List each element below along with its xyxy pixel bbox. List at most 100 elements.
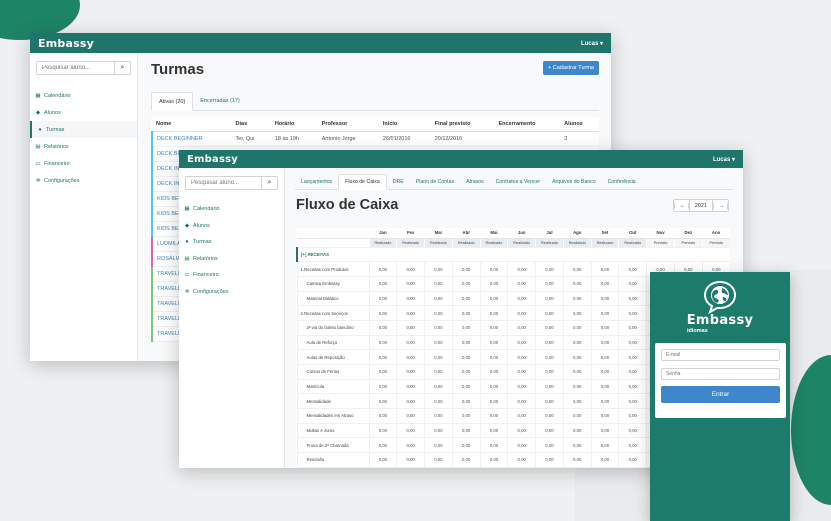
amount-cell: 0,00 [507,408,536,424]
status-header: Realizado [507,238,536,248]
tab-atrasos[interactable]: Atrasos [460,174,490,189]
tab-lancamentos[interactable]: Lançamentos [295,174,338,189]
login-logo-subtitle: idiomas [687,328,708,334]
search-input[interactable] [186,177,261,189]
section-toggle[interactable]: [+] RECEITAS [296,247,730,263]
amount-cell: 0,00 [507,364,536,380]
column-header[interactable]: Horário [270,117,318,132]
globe-chat-icon [703,280,737,314]
amount-cell: 0,00 [535,320,564,336]
sidebar-item-turmas[interactable]: ● Turmas [30,121,137,138]
amount-cell: 0,00 [451,349,481,365]
sidebar-item-alunos[interactable]: ◆ Alunos [179,218,284,235]
amount-cell: 0,00 [618,349,647,365]
amount-cell: 0,00 [396,423,425,439]
email-field[interactable] [661,349,780,361]
tab-conferencia[interactable]: Conferência [602,174,642,189]
amount-cell: 0,00 [479,276,508,292]
amount-cell: 0,00 [618,276,647,292]
previous-year-button[interactable]: ← [673,200,689,211]
amount-cell: 0,00 [590,437,619,454]
amount-cell: 0,00 [368,349,397,365]
search-button[interactable]: ⌕ [114,62,130,74]
sidebar-item-label: Relatórios [193,255,218,262]
sidebar-item-label: Configurações [44,177,80,184]
amount-cell: 0,00 [424,393,453,410]
sidebar-item-calendario[interactable]: ▦ Calendário [30,87,137,104]
amount-cell: 0,00 [535,349,564,365]
tab-arquivos-do-banco[interactable]: Arquivos do Banco [546,174,602,189]
amount-cell: 0,00 [424,291,453,307]
amount-cell: 0,00 [424,423,453,439]
tab-plano-de-contas[interactable]: Plano de Contas [410,174,460,189]
tab-dre[interactable]: DRE [387,174,410,189]
login-button[interactable]: Entrar [661,386,780,403]
classes-icon: ● [38,126,42,133]
brand-logo[interactable]: Embassy [38,37,94,50]
column-header[interactable]: Dias [231,117,271,132]
login-form: Entrar [655,343,786,418]
amount-cell: 0,00 [562,261,592,277]
sidebar-item-relatorios[interactable]: ▤ Relatórios [179,251,284,268]
tab-fluxo-de-caixa[interactable]: Fluxo de Caixa [338,174,387,190]
sidebar-item-relatorios[interactable]: ▤ Relatórios [30,138,137,155]
user-menu[interactable]: Lucas ▾ [581,40,603,47]
amount-cell: 0,00 [590,423,619,439]
amount-cell: 0,00 [562,320,592,336]
tab-contratos-a-vencer[interactable]: Contratos a Vencer [490,174,546,189]
sidebar-item-financeiro[interactable]: ▭ Financeiro [179,267,284,284]
sidebar-item-label: Calendário [193,206,220,213]
column-header[interactable]: Final previsto [430,117,495,132]
user-menu[interactable]: Lucas ▾ [713,156,735,163]
column-header[interactable]: Professor [317,117,379,132]
header-blank [297,228,369,239]
column-header[interactable]: Nome [152,117,232,132]
add-class-button[interactable]: + Cadastrar Turma [542,61,599,75]
account-label: Camisa Embassy [296,276,369,292]
sidebar-item-configuracoes[interactable]: ✲ Configurações [179,284,284,301]
table-header-row: Nome Dias Horário Professor Início Final… [152,117,599,132]
amount-cell: 0,00 [590,291,619,307]
column-header[interactable]: Início [378,117,431,132]
tab-ativas[interactable]: Ativas (20) [151,92,194,111]
column-header[interactable]: Encerramento [494,117,561,132]
sidebar-item-financeiro[interactable]: ▭ Financeiro [30,155,137,172]
amount-cell: 0,00 [424,320,453,336]
sidebar-item-turmas[interactable]: ● Turmas [179,234,284,251]
search-input[interactable] [37,62,114,74]
amount-cell: 0,00 [618,335,647,351]
table-row[interactable]: DECK BEGINNER Ter, Qui 18 às 19h Antonio Jo… [151,131,599,147]
sidebar-item-label: Turmas [193,239,212,246]
account-label: Prova de 2ª Chamada [296,437,369,454]
password-field[interactable] [661,368,780,380]
sidebar-item-configuracoes[interactable]: ✲ Configurações [30,172,137,189]
amount-cell: 0,00 [535,408,564,424]
student-search: ⌕ [185,176,278,190]
sidebar: ⌕ ▦Calendário ◆Alunos ● Turmas ▤Relatório… [179,168,285,468]
year-label: 2021 [688,200,713,211]
amount-cell: 0,00 [424,276,453,292]
amount-cell: 0,00 [562,437,592,454]
amount-cell: 0,00 [451,393,481,410]
tab-encerradas[interactable]: Encerradas (17) [193,92,246,110]
amount-cell: 0,00 [451,276,481,292]
amount-cell: 0,00 [507,349,536,365]
sidebar-item-label: Configurações [193,288,229,295]
sidebar-item-calendario[interactable]: ▦ Calendário [179,201,284,218]
sidebar-item-label: Turmas [46,126,65,133]
table-cell: Ter, Qui [231,131,271,147]
class-name-cell[interactable]: DECK BEGINNER [151,131,232,147]
amount-cell: 0,00 [368,305,397,321]
amount-cell: 0,00 [396,379,425,395]
next-year-button[interactable]: → [713,200,728,211]
amount-cell: 0,00 [618,423,647,439]
calendar-icon: ▦ [184,206,190,213]
settings-icon: ✲ [35,177,41,184]
section-row[interactable]: [+] RECEITAS [296,247,730,263]
search-button[interactable]: ⌕ [261,177,277,189]
sidebar-item-alunos[interactable]: ◆ Alunos [30,104,137,121]
status-header: Previsto [646,238,675,248]
brand-logo[interactable]: Embassy [187,154,238,165]
month-header: Jan [369,228,397,239]
column-header[interactable]: Alunos [560,117,599,132]
